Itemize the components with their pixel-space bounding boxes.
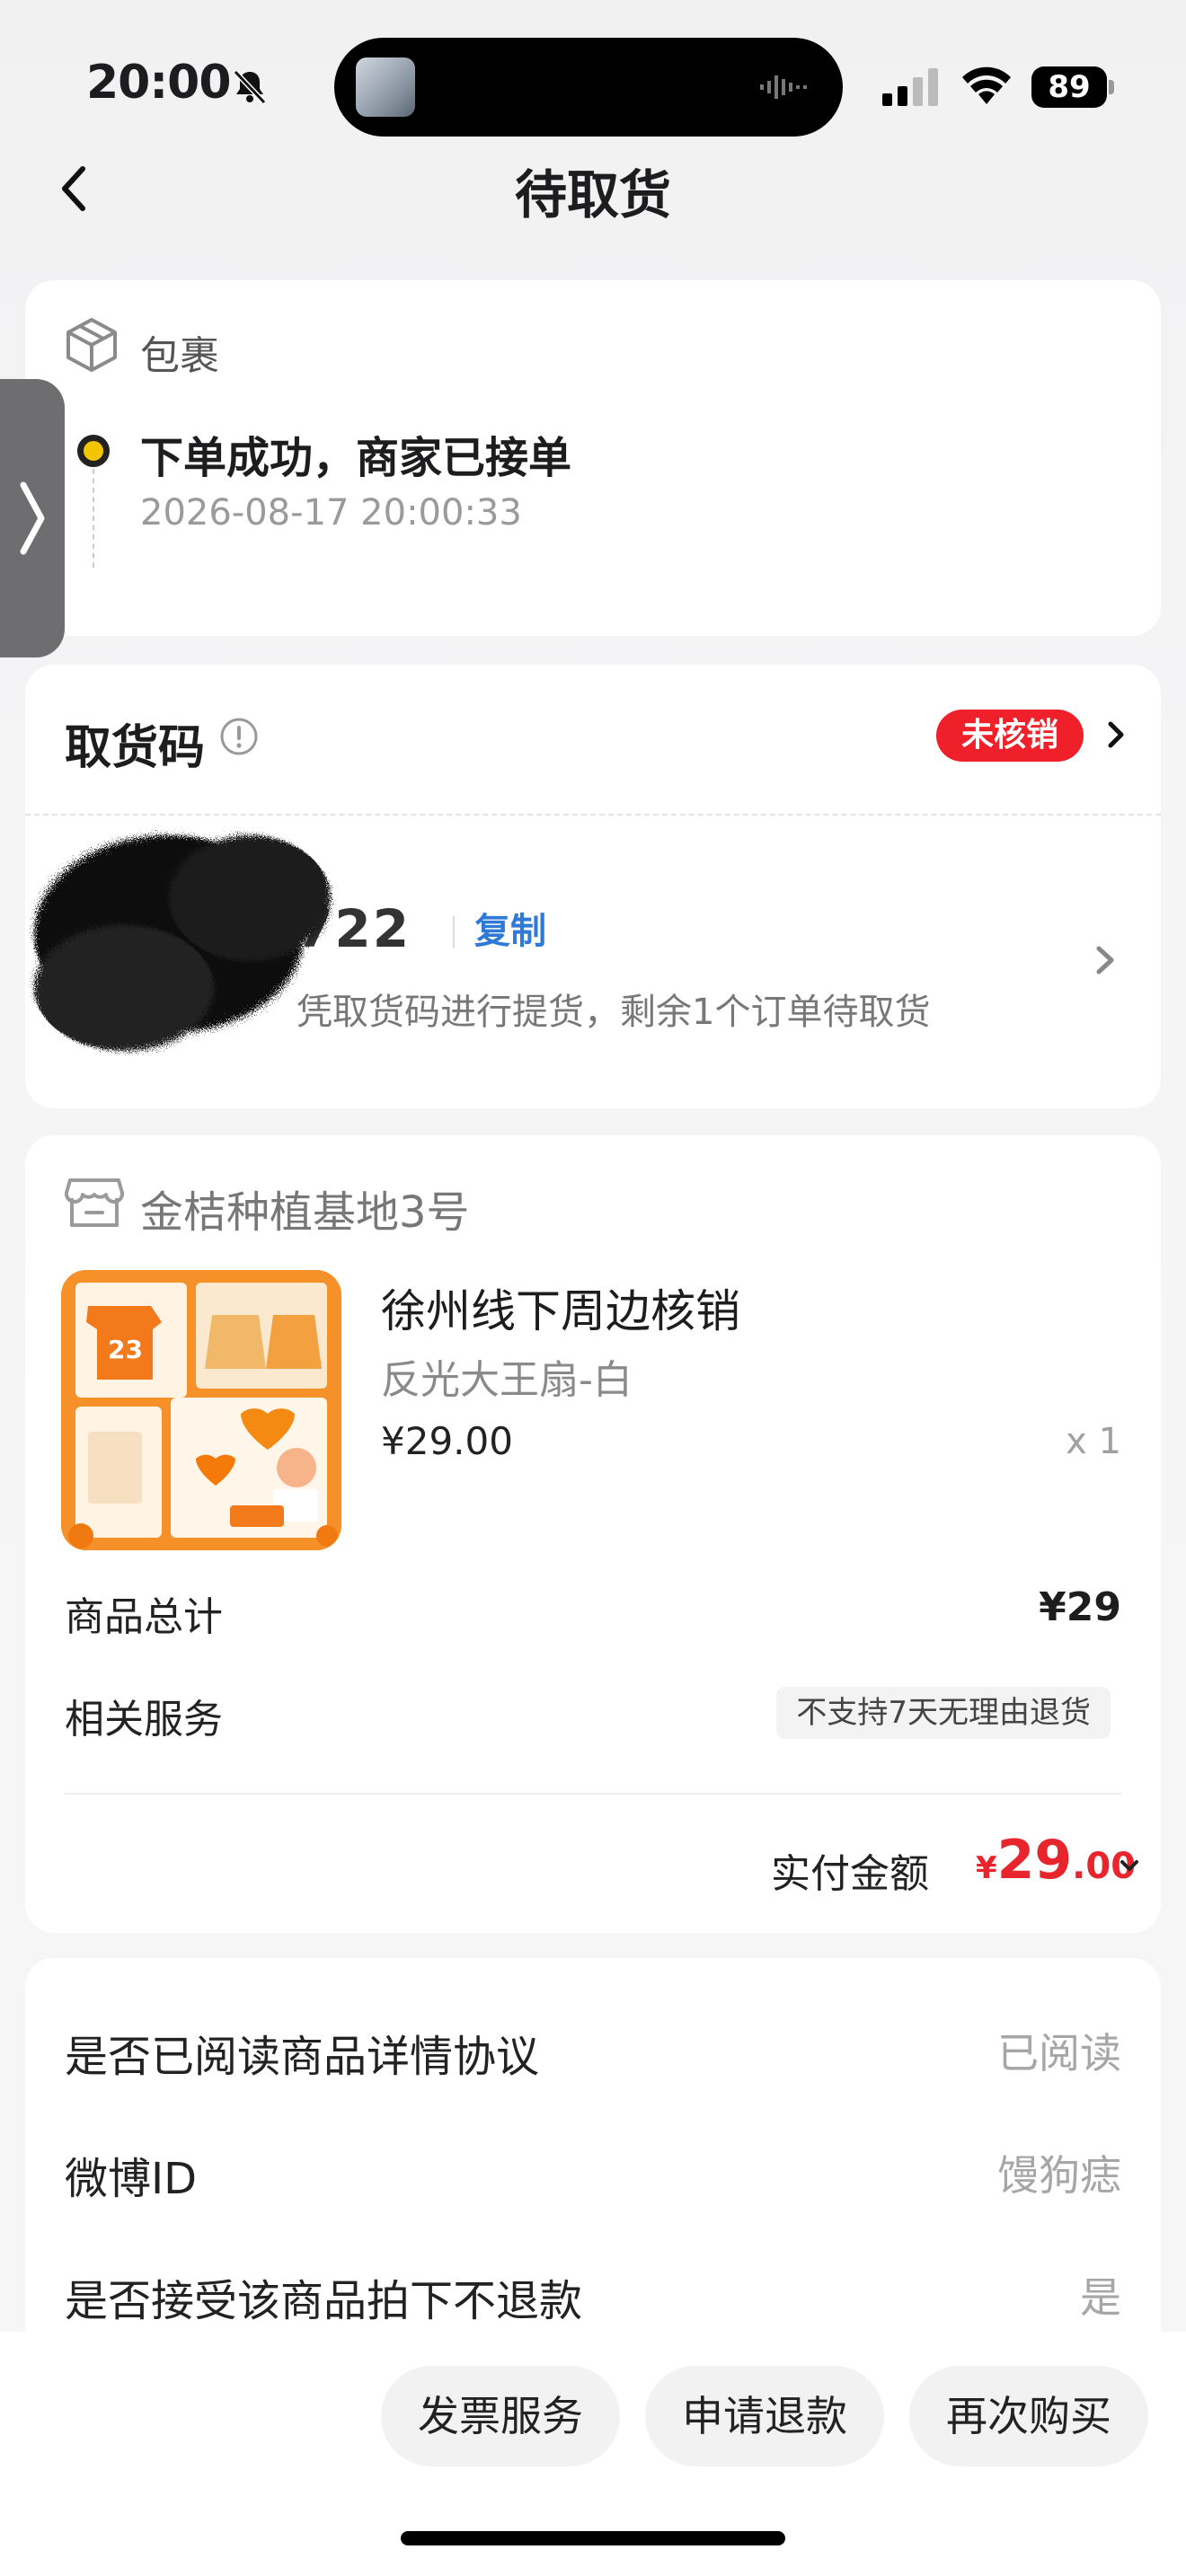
audio-wave-icon xyxy=(760,75,807,99)
wifi-icon xyxy=(962,66,1011,104)
package-box-icon xyxy=(66,318,117,372)
divider xyxy=(65,1793,1121,1795)
shop-name[interactable]: 金桔种植基地3号 xyxy=(140,1177,470,1239)
battery-tip xyxy=(1109,80,1114,94)
invoice-service-button[interactable]: 发票服务 xyxy=(381,2366,620,2466)
redaction-scribble xyxy=(34,835,331,1051)
no-return-service-tag: 不支持7天无理由退货 xyxy=(776,1687,1111,1739)
paid-amount-label: 实付金额 xyxy=(771,1851,929,1897)
product-variant: 反光大王扇-白 xyxy=(381,1357,633,1403)
pickup-code-card: 取货码 未核销 722 复制 凭取货码进行提货，剩余1个订单待取货 xyxy=(25,665,1161,1108)
paid-currency: ¥ xyxy=(976,1850,997,1886)
chevron-right-icon xyxy=(20,481,45,555)
info-value: 是 xyxy=(1080,2273,1121,2322)
chevron-down-icon[interactable] xyxy=(1116,1852,1143,1879)
info-key: 是否接受该商品拍下不退款 xyxy=(65,2276,583,2326)
shop-icon[interactable] xyxy=(65,1175,124,1229)
paid-amount-value[interactable]: ¥29.00 xyxy=(976,1829,1136,1892)
apply-refund-button[interactable]: 申请退款 xyxy=(645,2366,884,2466)
product-thumbnail-art: 23 xyxy=(61,1270,341,1550)
goods-total-label: 商品总计 xyxy=(65,1594,223,1640)
svg-text:23: 23 xyxy=(108,1335,143,1364)
info-row-agreement: 是否已阅读商品详情协议 已阅读 xyxy=(65,2021,1121,2082)
product-price: ¥29.00 xyxy=(381,1419,513,1463)
package-label: 包裹 xyxy=(140,333,219,379)
copy-code-button[interactable]: 复制 xyxy=(474,902,546,954)
info-row-no-refund: 是否接受该商品拍下不退款 是 xyxy=(65,2265,1121,2326)
pickup-hint: 凭取货码进行提货，剩余1个订单待取货 xyxy=(296,992,931,1033)
order-detail-screen: 20:00 89 待取货 包裹 下单成功，商家已接单 2026-08-17 20… xyxy=(0,0,1186,2576)
info-key: 是否已阅读商品详情协议 xyxy=(65,2032,540,2082)
copy-separator xyxy=(453,916,455,948)
buy-again-button[interactable]: 再次购买 xyxy=(909,2366,1148,2466)
home-indicator[interactable] xyxy=(401,2531,785,2545)
related-services-label: 相关服务 xyxy=(65,1697,223,1742)
info-value: 已阅读 xyxy=(997,2029,1121,2078)
goods-total-value: ¥29 xyxy=(1039,1584,1121,1630)
info-circle-icon[interactable] xyxy=(219,717,259,756)
side-drawer-handle[interactable] xyxy=(0,379,65,657)
page-title: 待取货 xyxy=(514,164,671,225)
unredeemed-badge[interactable]: 未核销 xyxy=(936,710,1084,762)
info-key: 微博ID xyxy=(65,2154,198,2204)
status-time: 20:00 xyxy=(86,56,232,110)
product-title[interactable]: 徐州线下周边核销 xyxy=(381,1275,740,1340)
chevron-right-icon[interactable] xyxy=(1091,941,1120,979)
order-status-title: 下单成功，商家已接单 xyxy=(140,433,572,483)
cellular-signal-icon xyxy=(882,68,938,106)
timeline-dot xyxy=(77,435,110,467)
package-status-card[interactable]: 包裹 下单成功，商家已接单 2026-08-17 20:00:33 xyxy=(25,280,1161,636)
product-image[interactable]: 23 xyxy=(61,1270,341,1550)
product-quantity: x 1 xyxy=(1066,1421,1121,1462)
now-playing-thumbnail xyxy=(356,57,415,117)
battery-level: 89 xyxy=(1031,66,1107,108)
battery-indicator: 89 xyxy=(1031,66,1114,108)
chevron-right-icon[interactable] xyxy=(1103,719,1128,751)
bell-muted-icon xyxy=(233,69,267,105)
info-value: 馒狗痣 xyxy=(997,2151,1121,2200)
info-row-weibo-id: 微博ID 馒狗痣 xyxy=(65,2143,1121,2204)
pickup-code-title: 取货码 xyxy=(65,721,206,775)
order-status-time: 2026-08-17 20:00:33 xyxy=(140,492,522,534)
dynamic-island[interactable] xyxy=(334,38,843,137)
order-summary-card: 金桔种植基地3号 23 徐州线下周边核销 反光大王扇-白 ¥29.00 x 1 … xyxy=(25,1135,1161,1933)
paid-integer: 29 xyxy=(996,1829,1073,1892)
timeline-line xyxy=(93,469,94,568)
